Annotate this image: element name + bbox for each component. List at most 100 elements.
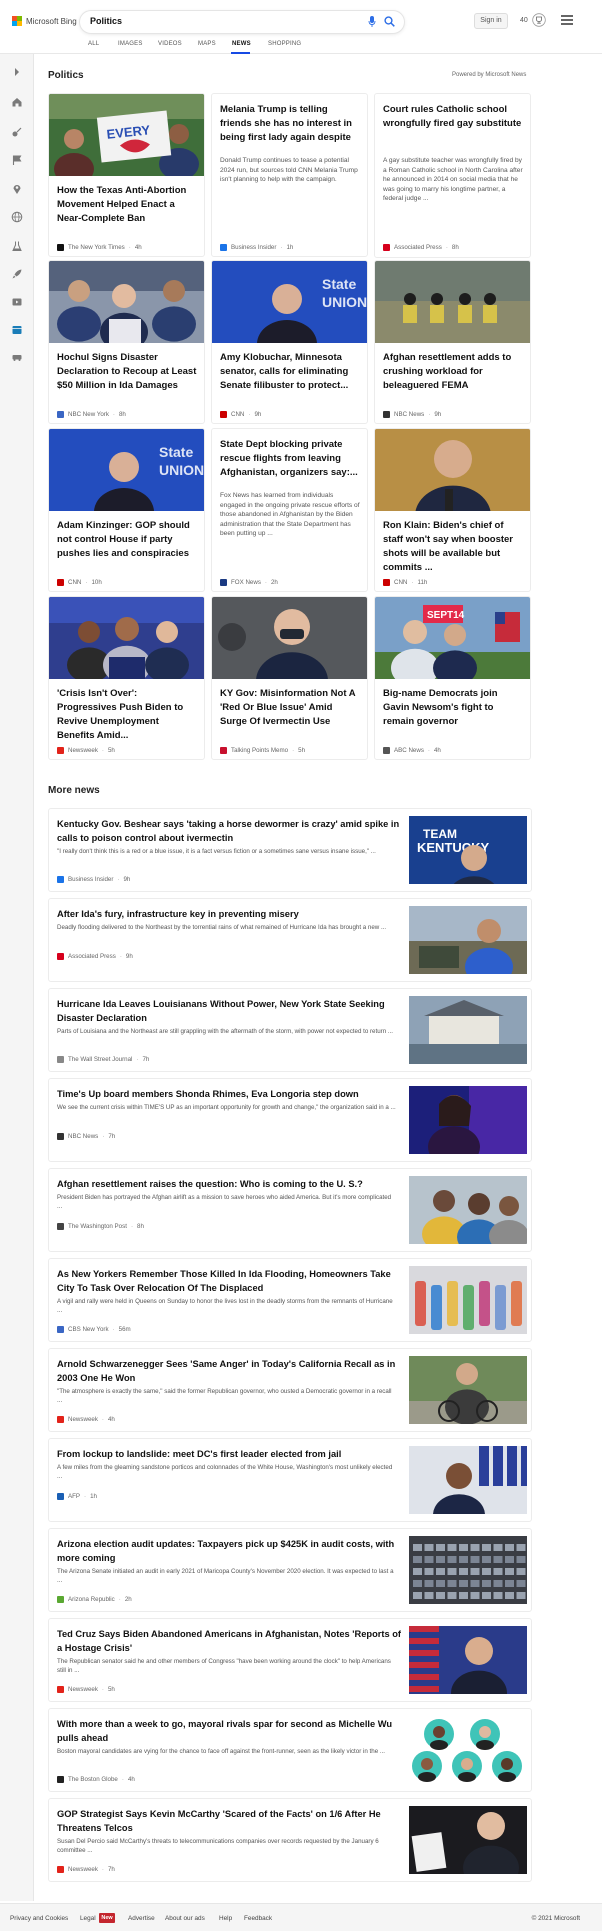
news-card-title[interactable]: 'Crisis Isn't Over': Progressives Push B… [57, 687, 197, 743]
news-card[interactable]: Court rules Catholic school wrongfully f… [374, 93, 531, 258]
news-card[interactable]: State UNION Amy Klobuchar, Minnesota senat… [211, 260, 368, 424]
more-news-source[interactable]: The Boston Globe · 4h [57, 1776, 135, 1783]
news-card-source[interactable]: CNN · 9h [220, 411, 261, 418]
news-card-source[interactable]: ABC News · 4h [383, 747, 441, 754]
more-news-title[interactable]: Kentucky Gov. Beshear says 'taking a hor… [57, 817, 407, 845]
footer-link-about-our-ads[interactable]: About our ads [165, 1915, 205, 1922]
more-news-image[interactable] [409, 1356, 527, 1425]
more-news-source[interactable]: Arizona Republic · 2h [57, 1596, 132, 1603]
news-card-title[interactable]: How the Texas Anti-Abortion Movement Hel… [57, 184, 197, 240]
news-card-source[interactable]: Talking Points Memo · 5h [220, 747, 305, 754]
footer-link-feedback[interactable]: Feedback [244, 1915, 272, 1922]
nav-tab-shopping[interactable]: SHOPPING [268, 41, 301, 47]
more-news-item[interactable]: From lockup to landslide: meet DC's firs… [48, 1438, 532, 1536]
more-news-item[interactable]: Kentucky Gov. Beshear says 'taking a hor… [48, 808, 532, 918]
bing-logo[interactable]: Microsoft Bing [12, 16, 77, 26]
more-news-item[interactable]: After Ida's fury, infrastructure key in … [48, 898, 532, 987]
more-news-source[interactable]: The Wall Street Journal · 7h [57, 1056, 149, 1063]
news-card-image[interactable]: SEPT14 [375, 597, 530, 688]
more-news-title[interactable]: As New Yorkers Remember Those Killed In … [57, 1267, 407, 1295]
more-news-title[interactable]: Arnold Schwarzenegger Sees 'Same Anger' … [57, 1357, 407, 1385]
more-news-image[interactable]: TEAM KENTUCKY [409, 816, 527, 918]
news-card-image[interactable]: State UNION [212, 261, 367, 368]
news-card-source[interactable]: NBC New York · 8h [57, 411, 126, 418]
news-card-image[interactable] [212, 597, 367, 710]
more-news-source[interactable]: Associated Press · 9h [57, 953, 133, 960]
flag-icon[interactable] [11, 154, 23, 166]
news-card[interactable]: SEPT14 Big-name Democrats join Gavin News… [374, 596, 531, 760]
sports-icon[interactable] [11, 126, 23, 138]
more-news-item[interactable]: Afghan resettlement raises the question:… [48, 1168, 532, 1255]
more-news-source[interactable]: AFP · 1h [57, 1493, 97, 1500]
more-news-source[interactable]: CBS New York · 56m [57, 1326, 131, 1333]
rocket-icon[interactable] [11, 268, 23, 280]
more-news-image[interactable] [409, 996, 527, 1064]
news-card[interactable]: State Dept blocking private rescue fligh… [211, 428, 368, 592]
news-card[interactable]: Melania Trump is telling friends she has… [211, 93, 368, 257]
news-card-title[interactable]: Ron Klain: Biden's chief of staff won't … [383, 519, 523, 575]
more-news-item[interactable]: As New Yorkers Remember Those Killed In … [48, 1258, 532, 1342]
more-news-title[interactable]: Time's Up board members Shonda Rhimes, E… [57, 1087, 407, 1101]
news-card-image[interactable] [49, 597, 204, 685]
home-icon[interactable] [11, 96, 23, 108]
search-icon[interactable] [384, 16, 395, 27]
more-news-title[interactable]: GOP Strategist Says Kevin McCarthy 'Scar… [57, 1807, 407, 1835]
news-card[interactable]: KY Gov: Misinformation Not A 'Red Or Blu… [211, 596, 368, 760]
more-news-image[interactable] [409, 1806, 527, 1891]
news-card-title[interactable]: Melania Trump is telling friends she has… [220, 103, 360, 145]
science-icon[interactable] [11, 240, 23, 252]
more-news-title[interactable]: Hurricane Ida Leaves Louisianans Without… [57, 997, 407, 1025]
news-card-source[interactable]: Newsweek · 5h [57, 747, 115, 754]
search-box[interactable]: Politics [80, 11, 404, 33]
footer-link-help[interactable]: Help [219, 1915, 232, 1922]
more-news-title[interactable]: With more than a week to go, mayoral riv… [57, 1717, 407, 1745]
news-card-source[interactable]: Associated Press · 8h [383, 244, 459, 251]
news-card-image[interactable] [375, 261, 530, 343]
news-card[interactable]: Hochul Signs Disaster Declaration to Rec… [48, 260, 205, 424]
more-news-item[interactable]: Hurricane Ida Leaves Louisianans Without… [48, 988, 532, 1072]
news-card-title[interactable]: Amy Klobuchar, Minnesota senator, calls … [220, 351, 360, 407]
more-news-item[interactable]: GOP Strategist Says Kevin McCarthy 'Scar… [48, 1798, 532, 1891]
more-news-item[interactable]: Arizona election audit updates: Taxpayer… [48, 1528, 532, 1612]
nav-tab-news[interactable]: NEWS [232, 41, 251, 47]
location-icon[interactable] [11, 183, 23, 195]
more-news-image[interactable] [409, 1086, 527, 1168]
rewards-points[interactable]: 40 [520, 17, 528, 24]
more-news-item[interactable]: With more than a week to go, mayoral riv… [48, 1708, 532, 1792]
news-card-source[interactable]: CNN · 11h [383, 579, 427, 586]
news-card-title[interactable]: Court rules Catholic school wrongfully f… [383, 103, 523, 145]
news-card-source[interactable]: Business Insider · 1h [220, 244, 293, 251]
news-card[interactable]: Ron Klain: Biden's chief of staff won't … [374, 428, 531, 592]
more-news-title[interactable]: Ted Cruz Says Biden Abandoned Americans … [57, 1627, 407, 1655]
rewards-trophy-icon[interactable] [532, 13, 546, 27]
more-news-image[interactable] [409, 1176, 529, 1255]
news-card-title[interactable]: Big-name Democrats join Gavin Newsom's f… [383, 687, 523, 743]
sign-in-button[interactable]: Sign in [474, 13, 508, 29]
more-news-image[interactable] [409, 1626, 527, 1716]
news-card-title[interactable]: Adam Kinzinger: GOP should not control H… [57, 519, 197, 575]
more-news-title[interactable]: After Ida's fury, infrastructure key in … [57, 907, 407, 921]
news-card-title[interactable]: State Dept blocking private rescue fligh… [220, 438, 360, 480]
globe-icon[interactable] [11, 211, 23, 223]
money-icon[interactable] [11, 324, 23, 336]
more-news-title[interactable]: Afghan resettlement raises the question:… [57, 1177, 407, 1191]
nav-tab-all[interactable]: ALL [88, 41, 99, 47]
footer-link-legal[interactable]: Legal [80, 1915, 96, 1922]
news-card-image[interactable] [375, 429, 530, 547]
news-card-source[interactable]: FOX News · 2h [220, 579, 278, 586]
news-card-title[interactable]: KY Gov: Misinformation Not A 'Red Or Blu… [220, 687, 360, 743]
more-news-image[interactable] [409, 1446, 531, 1536]
news-card[interactable]: State UNION Adam Kinzinger: GOP should not… [48, 428, 205, 592]
hamburger-menu-icon[interactable] [561, 15, 573, 25]
entertainment-icon[interactable] [11, 296, 23, 308]
more-news-image[interactable] [409, 1536, 527, 1604]
news-card-image[interactable] [49, 261, 204, 352]
car-icon[interactable] [11, 351, 23, 363]
more-news-title[interactable]: Arizona election audit updates: Taxpayer… [57, 1537, 407, 1565]
news-card-title[interactable]: Afghan resettlement adds to crushing wor… [383, 351, 523, 407]
more-news-image[interactable] [409, 1716, 527, 1784]
news-card-image[interactable]: EVERY [49, 94, 204, 185]
more-news-image[interactable] [409, 906, 527, 987]
news-card-source[interactable]: The New York Times · 4h [57, 244, 142, 251]
microphone-icon[interactable] [368, 16, 376, 27]
